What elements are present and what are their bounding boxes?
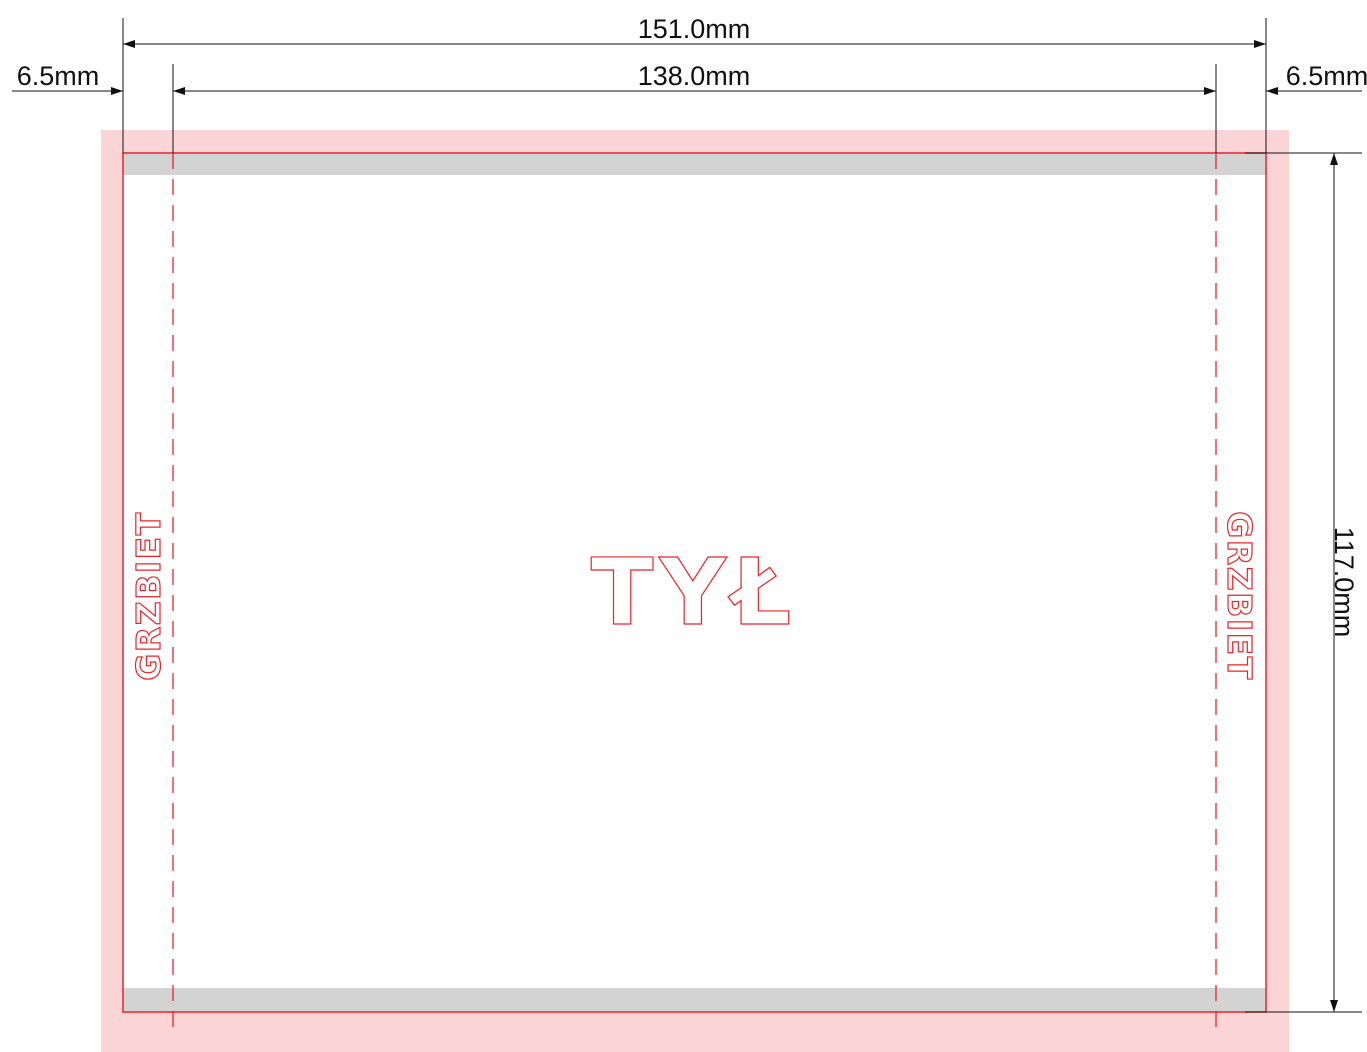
right-spine-label: 6.5mm [1286, 61, 1367, 91]
inner-width-label: 138.0mm [638, 61, 751, 91]
template-diagram: 151.0mm 138.0mm 6.5mm 6.5mm 117.0mm TYŁ … [12, 14, 1367, 1052]
left-spine-text: GRZBIET [129, 511, 168, 680]
right-spine-text: GRZBIET [1220, 511, 1259, 680]
height-label: 117.0mm [1329, 527, 1359, 638]
back-cover-label: TYŁ [591, 539, 797, 646]
bottom-fold-band [123, 988, 1266, 1012]
top-fold-band [123, 153, 1266, 175]
total-width-label: 151.0mm [638, 14, 751, 44]
left-spine-label: 6.5mm [17, 61, 100, 91]
